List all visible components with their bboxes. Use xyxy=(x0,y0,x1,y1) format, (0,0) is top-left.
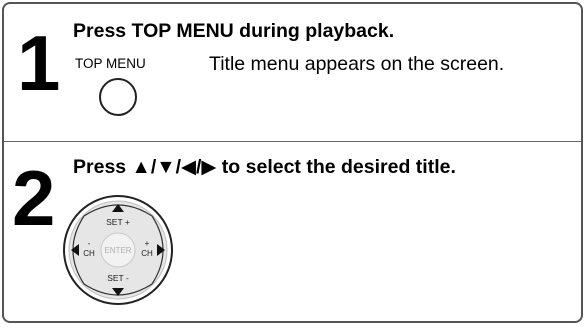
ch-minus-sign: - xyxy=(88,239,91,248)
step-1-number: 1 xyxy=(17,19,61,107)
step-divider xyxy=(4,141,581,142)
set-plus-label: SET + xyxy=(106,217,130,227)
step-1-instruction: Press TOP MENU during playback. xyxy=(73,20,395,42)
step-2-instruction: Press ▲/▼/◀/▶ to select the desired titl… xyxy=(73,156,456,178)
set-minus-label: SET - xyxy=(107,273,129,283)
step-1-description: Title menu appears on the screen. xyxy=(209,53,505,75)
ch-right-label: CH xyxy=(141,249,153,258)
ch-left-label: CH xyxy=(83,249,95,258)
top-menu-button[interactable] xyxy=(99,78,137,116)
enter-label: ENTER xyxy=(104,246,131,255)
directional-pad: ENTER SET + SET - - CH + CH xyxy=(63,195,173,305)
top-menu-button-label: TOP MENU xyxy=(75,56,146,71)
ch-plus-sign: + xyxy=(145,239,150,248)
step-2-number: 2 xyxy=(12,154,56,242)
